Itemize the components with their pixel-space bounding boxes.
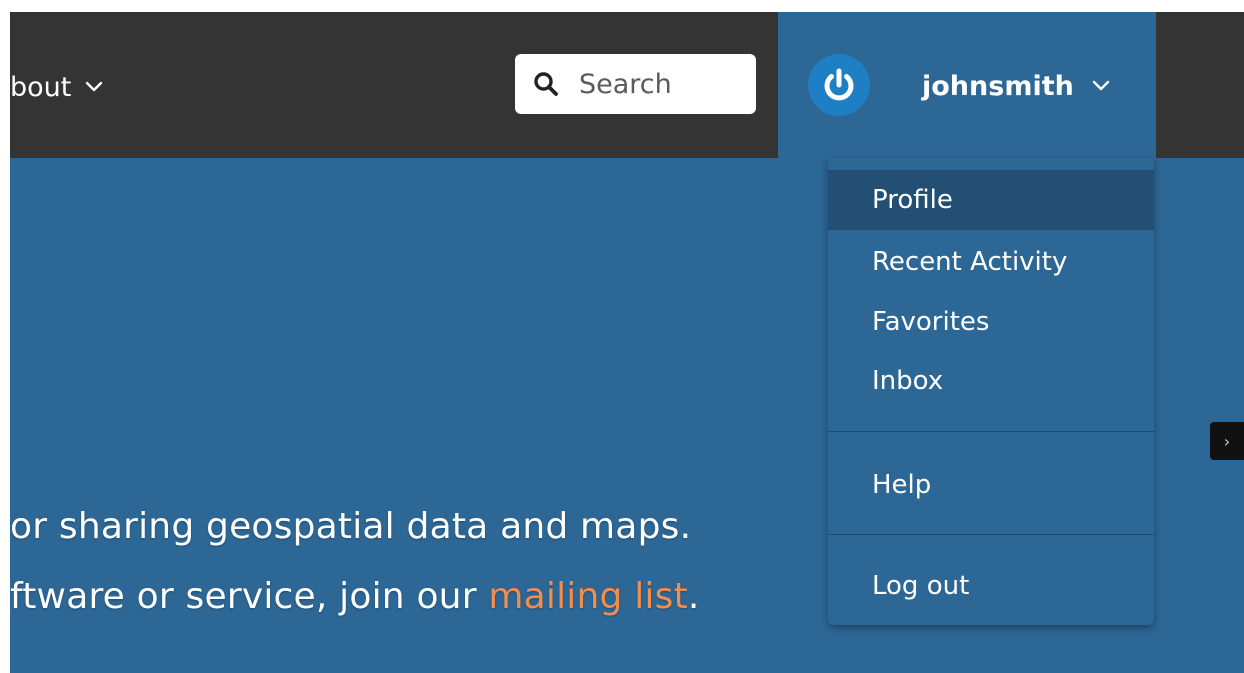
- menu-divider: [828, 431, 1154, 432]
- chevron-down-icon: [86, 81, 103, 92]
- menu-divider: [828, 534, 1154, 535]
- menu-item-label: Favorites: [872, 307, 990, 337]
- menu-item-profile[interactable]: Profile: [828, 170, 1154, 230]
- menu-item-label: Inbox: [872, 366, 944, 396]
- hero-text-line-2: ftware or service, join our mailing list…: [10, 576, 700, 617]
- chevron-right-icon: ›: [1223, 431, 1231, 451]
- hero-text-line-1: or sharing geospatial data and maps.: [10, 506, 692, 547]
- user-menu-toggle[interactable]: johnsmith: [922, 66, 1110, 106]
- nav-about-label: bout: [10, 71, 72, 103]
- hero-text-suffix: .: [687, 576, 700, 617]
- menu-item-label: Help: [872, 470, 932, 500]
- nav-about-menu[interactable]: bout: [10, 64, 103, 110]
- menu-item-help[interactable]: Help: [828, 455, 1154, 515]
- mailing-list-link[interactable]: mailing list: [488, 576, 688, 617]
- search-box[interactable]: [515, 54, 756, 114]
- avatar[interactable]: [808, 54, 870, 116]
- menu-item-label: Recent Activity: [872, 247, 1068, 277]
- side-panel-toggle[interactable]: ›: [1210, 422, 1244, 460]
- user-dropdown-menu: Profile Recent Activity Favorites Inbox …: [828, 158, 1154, 625]
- chevron-down-icon: [1092, 80, 1110, 91]
- menu-item-label: Profile: [872, 185, 953, 215]
- power-icon: [824, 68, 854, 101]
- username-label: johnsmith: [922, 70, 1074, 102]
- hero-text-prefix: ftware or service, join our: [10, 576, 489, 617]
- menu-item-favorites[interactable]: Favorites: [828, 292, 1154, 352]
- menu-item-inbox[interactable]: Inbox: [828, 351, 1154, 411]
- search-input[interactable]: [577, 67, 741, 101]
- menu-item-log-out[interactable]: Log out: [828, 556, 1154, 616]
- menu-item-recent-activity[interactable]: Recent Activity: [828, 232, 1154, 292]
- menu-item-label: Log out: [872, 571, 970, 601]
- search-icon: [534, 72, 558, 96]
